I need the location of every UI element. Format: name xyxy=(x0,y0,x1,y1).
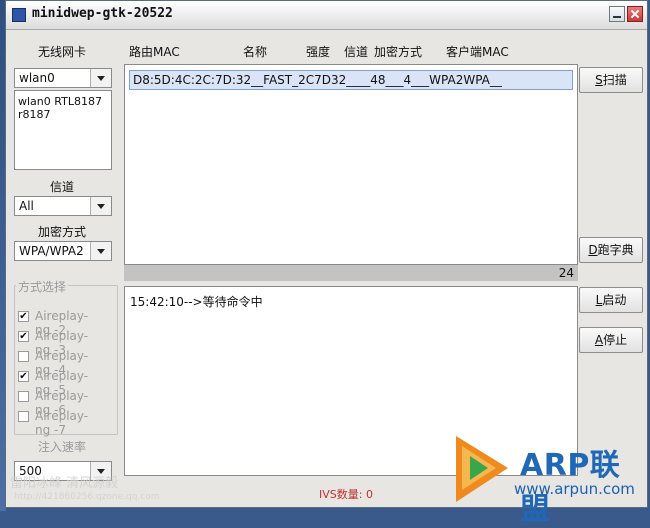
channel-select-value: All xyxy=(19,199,34,213)
progress-value: 24 xyxy=(558,266,574,280)
ivs-count: IVS数量: 0 xyxy=(319,488,373,501)
log-line: 15:42:10-->等待命令中 xyxy=(130,295,263,309)
col-header-client: 客户端MAC xyxy=(446,45,509,59)
col-header-name: 名称 xyxy=(243,45,268,59)
window-title: minidwep-gtk-20522 xyxy=(32,6,173,21)
nic-list[interactable]: wlan0 RTL8187 r8187 xyxy=(14,90,112,170)
title-bar[interactable]: minidwep-gtk-20522 xyxy=(6,1,647,30)
checkbox-unchecked[interactable] xyxy=(18,391,29,402)
chevron-down-icon[interactable] xyxy=(90,69,111,87)
encrypt-select[interactable]: WPA/WPA2 xyxy=(14,241,112,261)
close-button[interactable] xyxy=(627,6,643,22)
nic-select[interactable]: wlan0 xyxy=(14,68,112,88)
start-button[interactable]: L启动 xyxy=(579,287,643,313)
col-header-strength: 强度 xyxy=(306,45,331,59)
ap-table[interactable]: D8:5D:4C:2C:7D:32__FAST_2C7D32____48___4… xyxy=(124,64,578,265)
channel-label: 信道 xyxy=(50,180,75,194)
encrypt-label: 加密方式 xyxy=(38,225,87,239)
checkbox-checked[interactable]: ✔ xyxy=(18,311,29,322)
dictionary-button[interactable]: D跑字典 xyxy=(579,237,643,263)
checkbox-unchecked[interactable] xyxy=(18,351,29,362)
stop-button[interactable]: A停止 xyxy=(579,327,643,353)
nic-label: 无线网卡 xyxy=(38,45,87,59)
checkbox-unchecked[interactable] xyxy=(18,411,29,422)
scan-button[interactable]: S扫描 xyxy=(579,67,643,93)
col-header-channel: 信道 xyxy=(344,45,369,59)
chevron-down-icon[interactable] xyxy=(90,242,111,260)
mode-group-title: 方式选择 xyxy=(16,278,69,295)
watermark-text: 雷阳冰峰 清风源毅 xyxy=(10,476,119,491)
encrypt-select-value: WPA/WPA2 xyxy=(19,244,84,258)
checkbox-checked[interactable]: ✔ xyxy=(18,371,29,382)
progress-bar: 24 xyxy=(124,265,578,281)
brand-url: www.arpun.com xyxy=(514,480,635,498)
checkbox-checked[interactable]: ✔ xyxy=(18,331,29,342)
channel-select[interactable]: All xyxy=(14,196,112,216)
watermark-url: http://421860256.qzone.qq.com xyxy=(14,492,160,502)
col-header-mac: 路由MAC xyxy=(129,45,180,59)
minimize-button[interactable] xyxy=(609,6,625,22)
nic-list-item[interactable]: r8187 xyxy=(18,108,51,121)
app-icon xyxy=(12,8,26,22)
col-header-encrypt: 加密方式 xyxy=(374,45,423,59)
rate-label: 注入速率 xyxy=(38,440,87,454)
nic-select-value: wlan0 xyxy=(19,71,55,85)
nic-list-item[interactable]: wlan0 RTL8187 xyxy=(18,95,102,108)
chevron-down-icon[interactable] xyxy=(90,197,111,215)
table-row[interactable]: D8:5D:4C:2C:7D:32__FAST_2C7D32____48___4… xyxy=(129,70,573,90)
